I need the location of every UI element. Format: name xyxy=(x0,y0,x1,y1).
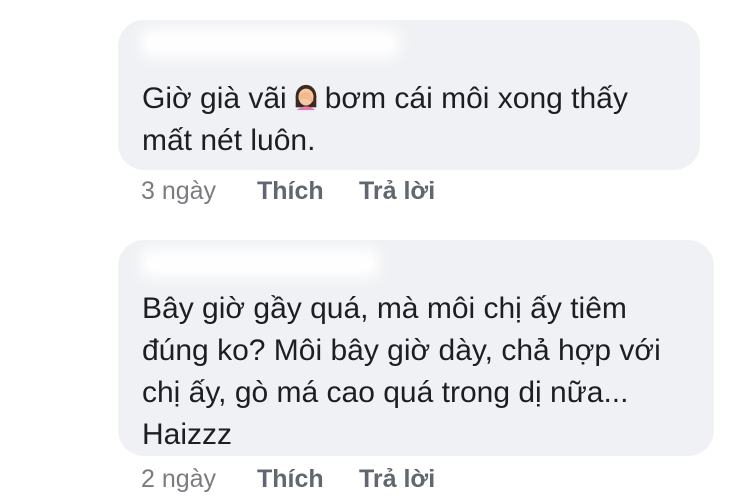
comment-text-line: Giờ già vãi bơm cái môi xong thấy xyxy=(142,82,628,115)
comment-text-line: Haizzz xyxy=(142,418,233,451)
comment-timestamp: 2 ngày xyxy=(141,465,217,493)
comment-text-line: mất nét luôn. xyxy=(142,124,316,157)
comment-text-line: đúng ko? Môi bây giờ dày, chả hợp với xyxy=(142,334,661,367)
comment-text-line: chị ấy, gò má cao quá trong dị nữa... xyxy=(142,376,629,409)
like-button[interactable]: Thích xyxy=(257,177,324,206)
like-button[interactable]: Thích xyxy=(257,465,324,494)
comments-thread: Giờ già vãi bơm cái môi xong thấy mất né… xyxy=(0,0,750,503)
commenter-name-blurred xyxy=(140,28,400,58)
reply-button[interactable]: Trả lời xyxy=(359,177,435,206)
comment-bubble: Giờ già vãi bơm cái môi xong thấy mất né… xyxy=(118,20,700,170)
comment-text-line: Bây giờ gầy quá, mà môi chị ấy tiêm xyxy=(142,292,627,325)
woman-facepalming-icon xyxy=(295,84,317,111)
comment-timestamp: 3 ngày xyxy=(141,177,217,205)
comment-bubble: Bây giờ gầy quá, mà môi chị ấy tiêm đúng… xyxy=(118,240,714,456)
commenter-name-blurred xyxy=(140,248,380,278)
reply-button[interactable]: Trả lời xyxy=(359,465,435,494)
